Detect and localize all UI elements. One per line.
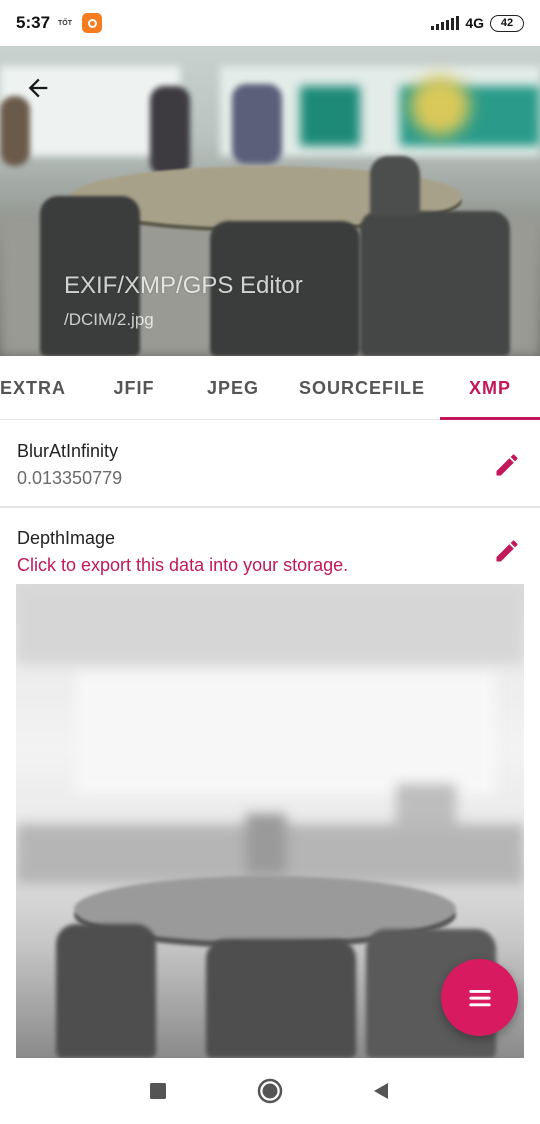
field-value: 0.013350779	[17, 468, 123, 488]
field-name: BlurAtInfinity	[17, 441, 119, 461]
home-button[interactable]	[257, 1078, 283, 1104]
tab-bar: EXTRA JFIF JPEG SOURCEFILE XMP	[0, 356, 540, 420]
export-link[interactable]: Click to export this data into your stor…	[17, 555, 348, 576]
home-circle-icon	[257, 1078, 283, 1104]
edit-button[interactable]	[490, 534, 524, 568]
pencil-icon	[496, 540, 518, 562]
recents-button[interactable]	[145, 1078, 171, 1104]
app-title: EXIF/XMP/GPS Editor	[64, 272, 303, 299]
app-notification-icon	[82, 13, 103, 33]
battery-level: 42	[500, 17, 514, 29]
status-carrier: TỐT	[58, 19, 73, 27]
system-nav-bar	[0, 1058, 540, 1124]
network-type: 4G	[465, 15, 484, 31]
tab-xmp[interactable]: XMP	[440, 356, 540, 420]
active-tab-indicator	[440, 417, 540, 420]
arrow-left-icon	[28, 78, 48, 98]
back-button[interactable]	[18, 68, 58, 108]
status-time: 5:37	[16, 13, 51, 32]
tab-jfif[interactable]: JFIF	[95, 356, 173, 420]
menu-fab-button[interactable]	[441, 959, 518, 1036]
field-row-blur-at-infinity[interactable]: BlurAtInfinity 0.013350779	[0, 421, 540, 507]
tab-jpeg[interactable]: JPEG	[192, 356, 274, 420]
status-indicators: 4G 42	[431, 14, 524, 32]
field-row-depth-image[interactable]: DepthImage Click to export this data int…	[0, 508, 540, 584]
signal-icon	[431, 16, 460, 30]
header-photo: EXIF/XMP/GPS Editor /DCIM/2.jpg	[0, 46, 540, 356]
tab-sourcefile[interactable]: SOURCEFILE	[292, 356, 432, 420]
pencil-icon	[496, 454, 518, 476]
status-bar: 5:37 TỐT 4G 42	[0, 0, 540, 46]
file-path: /DCIM/2.jpg	[64, 310, 154, 329]
battery-icon: 42	[490, 14, 524, 32]
recents-square-icon	[150, 1083, 166, 1099]
menu-icon	[468, 989, 491, 1006]
tab-extra[interactable]: EXTRA	[0, 356, 78, 420]
field-name: DepthImage	[17, 528, 116, 548]
back-nav-button[interactable]	[368, 1078, 394, 1104]
edit-button[interactable]	[490, 448, 524, 482]
back-triangle-icon	[374, 1083, 388, 1099]
